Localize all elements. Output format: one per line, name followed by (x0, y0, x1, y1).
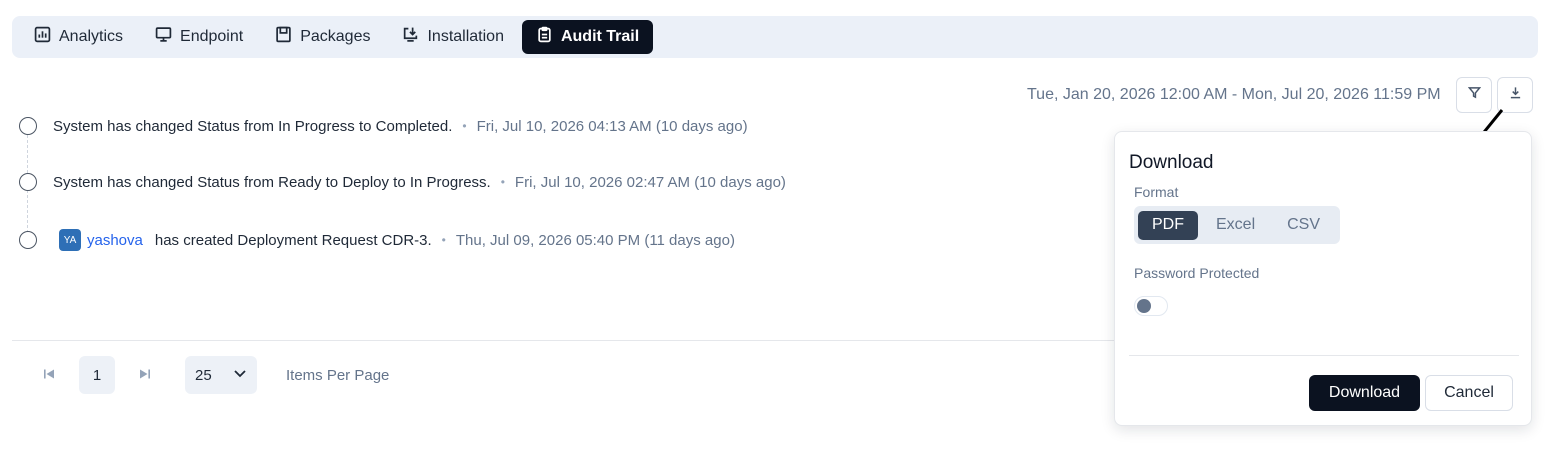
timeline-dot (19, 117, 37, 135)
download-popover: Download Format PDF Excel CSV Password P… (1114, 131, 1532, 426)
tab-analytics[interactable]: Analytics (20, 20, 137, 54)
last-page-button[interactable] (137, 366, 153, 386)
tab-bar: Analytics Endpoint Packages Installation… (12, 16, 1538, 58)
password-protected-toggle[interactable] (1134, 296, 1168, 316)
filter-icon (1467, 86, 1481, 104)
date-range-picker[interactable]: Tue, Jan 20, 2026 12:00 AM - Mon, Jul 20… (1027, 86, 1441, 104)
bar-chart-icon (34, 26, 51, 48)
event-time: Fri, Jul 10, 2026 02:47 AM (10 days ago) (514, 173, 786, 191)
tab-label: Audit Trail (560, 28, 640, 45)
pagination-divider (12, 340, 1122, 341)
password-protected-label: Password Protected (1134, 265, 1260, 281)
tab-endpoint[interactable]: Endpoint (141, 20, 257, 54)
tab-label: Endpoint (180, 28, 244, 45)
timeline-dot (19, 173, 37, 191)
items-per-page-label: Items Per Page (286, 367, 390, 384)
timeline-event: System has changed Status from Ready to … (19, 173, 786, 191)
user-link[interactable]: yashova (87, 232, 143, 249)
timeline-event: System has changed Status from In Progre… (19, 117, 748, 135)
package-icon (275, 26, 292, 48)
cancel-button[interactable]: Cancel (1425, 375, 1513, 411)
format-selector: PDF Excel CSV (1134, 206, 1340, 244)
install-icon (402, 26, 419, 48)
chevron-down-icon (233, 366, 247, 384)
items-per-page-select[interactable]: 25 (185, 356, 257, 394)
format-option-csv[interactable]: CSV (1273, 211, 1334, 240)
page-number[interactable]: 1 (79, 356, 115, 394)
event-text: has created Deployment Request CDR-3. (154, 231, 432, 249)
audit-trail-page: Analytics Endpoint Packages Installation… (0, 0, 1545, 454)
tab-label: Analytics (59, 28, 124, 45)
avatar: YA (59, 229, 81, 251)
popover-divider (1129, 355, 1519, 356)
tab-audit-trail[interactable]: Audit Trail (521, 20, 654, 54)
timeline-event: YA yashova has created Deployment Reques… (19, 229, 735, 251)
monitor-icon (155, 26, 172, 48)
tab-packages[interactable]: Packages (261, 20, 384, 54)
event-time: Thu, Jul 09, 2026 05:40 PM (11 days ago) (455, 231, 735, 249)
format-option-pdf[interactable]: PDF (1138, 210, 1198, 240)
first-page-icon (43, 367, 55, 385)
clipboard-icon (536, 26, 553, 48)
download-icon (1509, 86, 1522, 104)
confirm-download-button[interactable]: Download (1309, 375, 1420, 411)
tab-label: Installation (427, 28, 504, 45)
toggle-knob (1137, 299, 1151, 313)
format-label: Format (1134, 184, 1179, 200)
format-option-excel[interactable]: Excel (1202, 211, 1269, 240)
event-text: System has changed Status from In Progre… (53, 117, 453, 135)
popover-title: Download (1129, 152, 1214, 173)
bullet-separator: • (441, 233, 446, 247)
tab-installation[interactable]: Installation (388, 20, 518, 54)
bullet-separator: • (462, 119, 467, 133)
tab-label: Packages (300, 28, 371, 45)
first-page-button[interactable] (41, 366, 57, 386)
timeline-dot (19, 231, 37, 249)
event-time: Fri, Jul 10, 2026 04:13 AM (10 days ago) (476, 117, 748, 135)
bullet-separator: • (500, 175, 505, 189)
event-text: System has changed Status from Ready to … (53, 173, 491, 191)
per-page-value: 25 (195, 366, 212, 384)
last-page-icon (139, 367, 151, 385)
